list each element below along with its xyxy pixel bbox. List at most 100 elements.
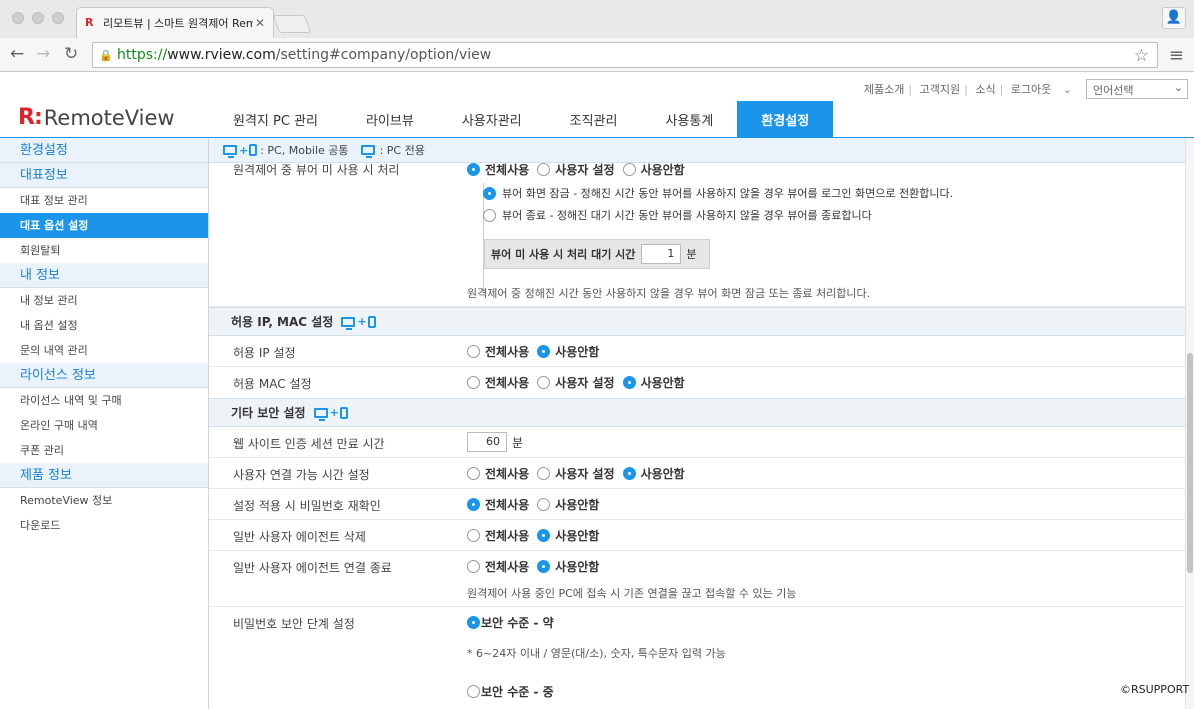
- address-bar[interactable]: 🔒 https://www.rview.com/setting#company/…: [92, 42, 1158, 68]
- nav-organization[interactable]: 조직관리: [546, 101, 642, 137]
- sidebar-item-coupons[interactable]: 쿠폰 관리: [0, 438, 208, 463]
- reload-icon[interactable]: ↻: [64, 44, 78, 64]
- password-recheck-row: 설정 적용 시 비밀번호 재확인 전체사용 사용안함: [209, 489, 1185, 520]
- language-select[interactable]: 언어선택 ⌄: [1086, 79, 1188, 99]
- radio[interactable]: [467, 376, 480, 389]
- sidebar-item-rep-options[interactable]: 대표 옵션 설정: [0, 213, 208, 238]
- agent-delete-option-all[interactable]: 전체사용: [467, 527, 529, 544]
- nav-settings[interactable]: 환경설정: [737, 101, 834, 137]
- ip-option-all[interactable]: 전체사용: [467, 343, 529, 360]
- radio[interactable]: [467, 467, 480, 480]
- password-level-mid-option[interactable]: 보안 수준 - 중: [467, 683, 554, 700]
- forward-arrow-icon[interactable]: →: [36, 44, 50, 64]
- radio-selected[interactable]: [537, 560, 551, 573]
- viewer-idle-option-user[interactable]: 사용자 설정: [537, 163, 615, 178]
- suboption-exit[interactable]: 뷰어 종료 - 정해진 대기 시간 동안 뷰어를 사용하지 않을 경우 뷰어를 …: [483, 207, 872, 223]
- plus-icon: +: [239, 143, 249, 157]
- nav-users[interactable]: 사용자관리: [438, 101, 546, 137]
- connect-time-option-all[interactable]: 전체사용: [467, 465, 529, 482]
- radio[interactable]: [467, 345, 480, 358]
- connect-time-option-off[interactable]: 사용안함: [622, 465, 685, 482]
- sidebar-item-withdraw[interactable]: 회원탈퇴: [0, 238, 208, 263]
- radio-selected[interactable]: [537, 529, 551, 542]
- sidebar-section-license[interactable]: 라이선스 정보: [0, 363, 208, 388]
- top-link-support[interactable]: 고객지원: [920, 83, 960, 96]
- sidebar-item-rep-info[interactable]: 대표 정보 관리: [0, 188, 208, 213]
- agent-delete-option-off[interactable]: 사용안함: [537, 527, 599, 544]
- top-link-news[interactable]: 소식: [975, 83, 995, 96]
- close-window-button[interactable]: [12, 12, 24, 24]
- radio-selected[interactable]: [483, 186, 496, 200]
- session-timeout-input[interactable]: 60: [467, 432, 507, 452]
- nav-liveview[interactable]: 라이브뷰: [342, 101, 438, 137]
- maximize-window-button[interactable]: [52, 12, 64, 24]
- browser-toolbar: ← → ↻ 🔒 https://www.rview.com/setting#co…: [0, 38, 1194, 72]
- radio[interactable]: [467, 529, 480, 542]
- radio-selected[interactable]: [537, 345, 551, 358]
- viewer-idle-option-all[interactable]: 전체사용: [467, 163, 529, 178]
- password-level-low[interactable]: 보안 수준 - 약: [467, 614, 562, 631]
- radio-selected[interactable]: [467, 498, 480, 511]
- close-tab-icon[interactable]: ✕: [255, 16, 265, 30]
- radio[interactable]: [622, 163, 636, 176]
- sidebar-item-license[interactable]: 라이선스 내역 및 구매: [0, 388, 208, 413]
- logo[interactable]: R: RemoteView: [18, 105, 175, 130]
- password-level-label: 비밀번호 보안 단계 설정: [233, 617, 355, 631]
- back-arrow-icon[interactable]: ←: [10, 44, 24, 64]
- suboption-lock[interactable]: 뷰어 화면 잠금 - 정해진 시간 동안 뷰어를 사용하지 않을 경우 뷰어를 …: [483, 185, 953, 201]
- sidebar-section-product[interactable]: 제품 정보: [0, 463, 208, 488]
- settings-content: + : PC, Mobile 공통 : PC 전용 원격제어 중 뷰어 미 사용…: [209, 138, 1185, 709]
- radio-selected[interactable]: [622, 467, 636, 480]
- top-link-product[interactable]: 제품소개: [864, 83, 904, 96]
- chevron-down-icon[interactable]: ⌄: [1063, 83, 1072, 96]
- viewer-idle-row: 원격제어 중 뷰어 미 사용 시 처리 전체사용 사용자 설정 사용안함 뷰어 …: [209, 163, 1185, 307]
- viewer-idle-option-off[interactable]: 사용안함: [622, 163, 685, 178]
- top-link-logout[interactable]: 로그아웃: [1011, 83, 1051, 96]
- vertical-scrollbar[interactable]: [1185, 138, 1194, 709]
- radio[interactable]: [467, 560, 480, 573]
- sidebar-item-my-options[interactable]: 내 옵션 설정: [0, 313, 208, 338]
- agent-disconnect-option-all[interactable]: 전체사용: [467, 558, 529, 575]
- url-text: https://www.rview.com/setting#company/op…: [117, 47, 492, 63]
- browser-menu-icon[interactable]: ≡: [1169, 45, 1184, 66]
- nav-remote-pc[interactable]: 원격지 PC 관리: [209, 101, 342, 137]
- ip-option-off[interactable]: 사용안함: [537, 343, 599, 360]
- connect-time-options: 전체사용 사용자 설정 사용안함: [467, 465, 693, 482]
- connect-time-option-user[interactable]: 사용자 설정: [537, 465, 615, 482]
- mac-option-user[interactable]: 사용자 설정: [537, 374, 615, 391]
- password-level-low-option[interactable]: 보안 수준 - 약: [467, 614, 554, 631]
- password-level-mid[interactable]: 보안 수준 - 중: [467, 683, 562, 700]
- radio-selected[interactable]: [467, 616, 480, 629]
- connect-time-row: 사용자 연결 가능 시간 설정 전체사용 사용자 설정 사용안함: [209, 458, 1185, 489]
- radio-selected[interactable]: [622, 376, 636, 389]
- sidebar-item-inquiries[interactable]: 문의 내역 관리: [0, 338, 208, 363]
- profile-icon[interactable]: 👤: [1162, 7, 1186, 29]
- radio[interactable]: [537, 163, 551, 176]
- scrollbar-thumb[interactable]: [1187, 353, 1193, 573]
- password-recheck-option-off[interactable]: 사용안함: [537, 496, 599, 513]
- sidebar-item-orders[interactable]: 온라인 구매 내역: [0, 413, 208, 438]
- sidebar-item-product-info[interactable]: RemoteView 정보: [0, 488, 208, 513]
- browser-tab[interactable]: R 리모트뷰 | 스마트 원격제어 Rem ✕: [76, 7, 274, 38]
- radio[interactable]: [537, 467, 551, 480]
- new-tab-button[interactable]: [272, 15, 312, 33]
- nav-statistics[interactable]: 사용통계: [641, 101, 737, 137]
- radio-selected[interactable]: [467, 163, 480, 176]
- radio[interactable]: [537, 376, 551, 389]
- session-row: 웹 사이트 인증 세션 만료 시간 60 분: [209, 427, 1185, 458]
- sidebar-section-rep[interactable]: 대표정보: [0, 163, 208, 188]
- mac-option-off[interactable]: 사용안함: [622, 374, 685, 391]
- sidebar-section-my[interactable]: 내 정보: [0, 263, 208, 288]
- password-recheck-option-all[interactable]: 전체사용: [467, 496, 529, 513]
- bookmark-star-icon[interactable]: ☆: [1134, 46, 1149, 66]
- radio[interactable]: [467, 685, 480, 698]
- minimize-window-button[interactable]: [32, 12, 44, 24]
- radio[interactable]: [483, 208, 496, 222]
- sidebar-item-download[interactable]: 다운로드: [0, 513, 208, 538]
- mac-option-all[interactable]: 전체사용: [467, 374, 529, 391]
- radio[interactable]: [537, 498, 551, 511]
- wait-time-input[interactable]: 1: [641, 244, 682, 264]
- password-recheck-options: 전체사용 사용안함: [467, 496, 607, 513]
- sidebar-item-my-info[interactable]: 내 정보 관리: [0, 288, 208, 313]
- agent-disconnect-option-off[interactable]: 사용안함: [537, 558, 599, 575]
